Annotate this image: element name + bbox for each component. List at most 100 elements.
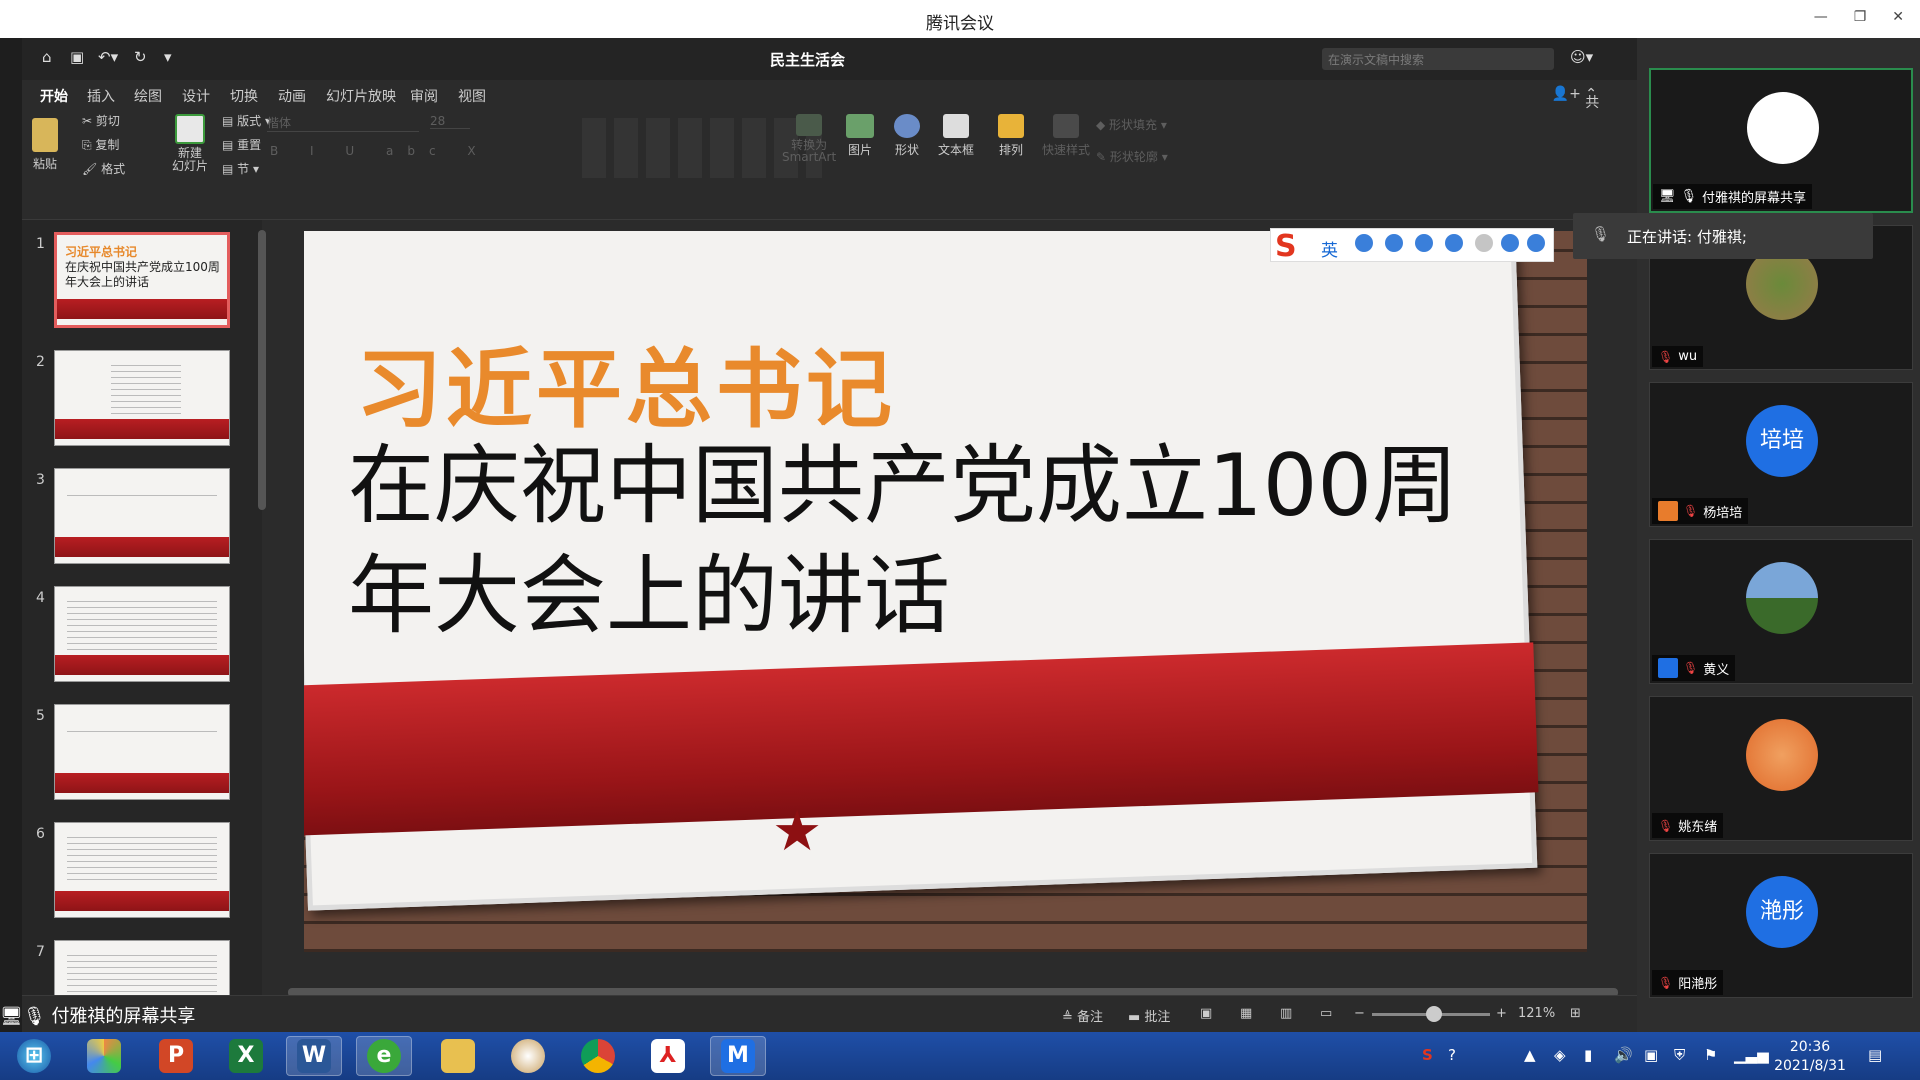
arrange-button[interactable]: 排列 [998, 114, 1024, 158]
chrome-icon[interactable] [570, 1036, 626, 1076]
tencent-meeting-icon[interactable]: M [710, 1036, 766, 1076]
punctuation-icon[interactable] [1355, 234, 1373, 252]
paste-label: 粘贴 [32, 157, 57, 171]
start-icon[interactable]: ⊞ [6, 1036, 62, 1076]
shield-icon[interactable]: ⛨ [1674, 1046, 1685, 1064]
tab-insert[interactable]: 插入 [87, 86, 115, 106]
smiley-icon[interactable]: ☺▾ [1570, 48, 1593, 66]
mic-icon[interactable] [1415, 234, 1433, 252]
reset-button[interactable]: ▤ 重置 [222, 136, 261, 153]
security-tray-icon[interactable]: ◈ [1554, 1046, 1566, 1064]
notes-button[interactable]: ≜ 备注 [1062, 1006, 1103, 1025]
device-tray-icon[interactable]: ▮ [1584, 1046, 1592, 1064]
network-monitor-icon[interactable]: ▣ [1644, 1046, 1658, 1064]
quick-style-button[interactable]: 快速样式 [1042, 114, 1090, 158]
volume-icon[interactable]: 🔊 [1614, 1046, 1633, 1064]
thumbnail-scrollbar[interactable] [258, 230, 266, 510]
paste-button[interactable]: 粘贴 [32, 118, 58, 172]
thumbnail-1[interactable]: 1 习近平总书记 在庆祝中国共产党成立100周年大会上的讲话 [30, 232, 240, 336]
customize-icon[interactable]: ▾ [164, 48, 172, 66]
zoom-slider-knob[interactable] [1426, 1006, 1442, 1022]
search-input[interactable]: 在演示文稿中搜索 [1322, 48, 1554, 70]
participant-tile[interactable]: 滟彤 🎙 阳滟彤 [1649, 853, 1913, 998]
smartart-label: 转换为 SmartArt [782, 138, 837, 164]
copy-button[interactable]: ⎘ 复制 [82, 136, 119, 153]
thumbnail-3[interactable]: 3 [30, 468, 240, 572]
home-icon[interactable]: ⌂ [42, 48, 52, 66]
slide-subtitle[interactable]: 在庆祝中国共产党成立100周年大会上的讲话 [348, 431, 1508, 651]
save-icon[interactable]: ▣ [70, 48, 84, 66]
format-painter-button[interactable]: 🖌 格式 [82, 160, 125, 177]
participant-tile[interactable]: 🖥 🎙 付雅祺的屏幕共享 [1649, 68, 1913, 213]
ime-language[interactable]: 英 [1321, 236, 1338, 261]
normal-view-icon[interactable]: ▣ [1200, 1006, 1212, 1021]
tab-draw[interactable]: 绘图 [134, 86, 162, 106]
redo-icon[interactable]: ↻ [134, 48, 147, 66]
thumbnail-5[interactable]: 5 [30, 704, 240, 808]
picture-button[interactable]: 图片 [846, 114, 874, 158]
excel-icon[interactable]: X [218, 1036, 274, 1076]
minimize-icon[interactable]: — [1814, 9, 1828, 25]
thumbnail-4[interactable]: 4 [30, 586, 240, 690]
folder-icon[interactable] [430, 1036, 486, 1076]
layout-button[interactable]: ▤ 版式 ▾ [222, 112, 271, 129]
flag-icon[interactable]: ⚑ [1704, 1046, 1717, 1064]
font-size-select[interactable]: 28 [430, 114, 470, 129]
comments-button[interactable]: ▬ 批注 [1128, 1006, 1170, 1025]
share-button[interactable]: 👤+ 共享 ⌃ [1552, 86, 1600, 131]
browser-icon[interactable]: e [356, 1036, 412, 1076]
tab-slideshow[interactable]: 幻灯片放映 [326, 86, 396, 106]
powerpoint-icon[interactable]: P [148, 1036, 204, 1076]
shape-button[interactable]: 形状 [894, 114, 920, 158]
thumbnail-6[interactable]: 6 [30, 822, 240, 926]
word-icon[interactable]: W [286, 1036, 342, 1076]
clock[interactable]: 20:36 2021/8/31 [1770, 1038, 1850, 1076]
participant-tile[interactable]: 🎙 姚东绪 [1649, 696, 1913, 841]
keyboard-icon[interactable] [1445, 234, 1463, 252]
emoji-icon[interactable] [1385, 234, 1403, 252]
thumbnail-2[interactable]: 2 [30, 350, 240, 454]
tab-home[interactable]: 开始 [40, 86, 68, 106]
slide-title[interactable]: 习近平总书记 [356, 319, 896, 444]
tab-animations[interactable]: 动画 [278, 86, 306, 106]
signal-icon[interactable]: ▁▃▅ [1734, 1046, 1769, 1064]
shape-fill-button[interactable]: ◆ 形状填充 ▾ [1096, 116, 1167, 133]
fit-slide-icon[interactable]: ⊞ [1570, 1006, 1581, 1021]
help-tray-icon[interactable]: ? [1448, 1046, 1456, 1064]
slide-canvas[interactable]: ★ 习近平总书记 在庆祝中国共产党成立100周年大会上的讲话 [304, 231, 1587, 952]
smartart-button[interactable]: 转换为 SmartArt [782, 114, 836, 163]
close-icon[interactable]: ✕ [1892, 9, 1904, 25]
shape-outline-button[interactable]: ✎ 形状轮廓 ▾ [1096, 148, 1168, 165]
participant-tile[interactable]: 培培 🎙 杨培培 [1649, 382, 1913, 527]
slideshow-view-icon[interactable]: ▭ [1320, 1006, 1332, 1021]
user-icon[interactable] [1475, 234, 1493, 252]
tab-review[interactable]: 审阅 [410, 86, 438, 106]
paint-icon[interactable] [500, 1036, 556, 1076]
reading-view-icon[interactable]: ▥ [1280, 1006, 1292, 1021]
font-select[interactable]: 楷体 [267, 114, 419, 132]
sorter-view-icon[interactable]: ▦ [1240, 1006, 1252, 1021]
sogou-tray-icon[interactable]: S [1422, 1046, 1433, 1064]
zoom-in-icon[interactable]: + [1496, 1006, 1507, 1021]
notification-icon[interactable]: ▤ [1868, 1046, 1882, 1064]
participant-tile[interactable]: 🎙 黄义 [1649, 539, 1913, 684]
textbox-button[interactable]: 文本框 [938, 114, 974, 158]
new-slide-button[interactable]: 新建 幻灯片 [172, 114, 208, 173]
show-hidden-icons[interactable]: ▲ [1524, 1046, 1536, 1064]
pinwheel-icon[interactable] [76, 1036, 132, 1076]
section-button[interactable]: ▤ 节 ▾ [222, 160, 259, 177]
skin-icon[interactable] [1501, 234, 1519, 252]
tab-transitions[interactable]: 切换 [230, 86, 258, 106]
tab-view[interactable]: 视图 [458, 86, 486, 106]
notes-label: 备注 [1077, 1010, 1104, 1025]
pdf-icon[interactable]: ⅄ [640, 1036, 696, 1076]
undo-icon[interactable]: ↶▾ [98, 48, 118, 66]
tab-design[interactable]: 设计 [182, 86, 210, 106]
zoom-level[interactable]: 121% [1518, 1006, 1555, 1021]
restore-icon[interactable]: ❐ [1854, 9, 1867, 25]
cut-button[interactable]: ✂ 剪切 [82, 112, 120, 129]
ime-toolbar[interactable]: S 英 [1270, 228, 1554, 264]
mic-muted-icon: 🎙 [1683, 504, 1699, 518]
zoom-out-icon[interactable]: − [1354, 1006, 1365, 1021]
toolbox-icon[interactable] [1527, 234, 1545, 252]
